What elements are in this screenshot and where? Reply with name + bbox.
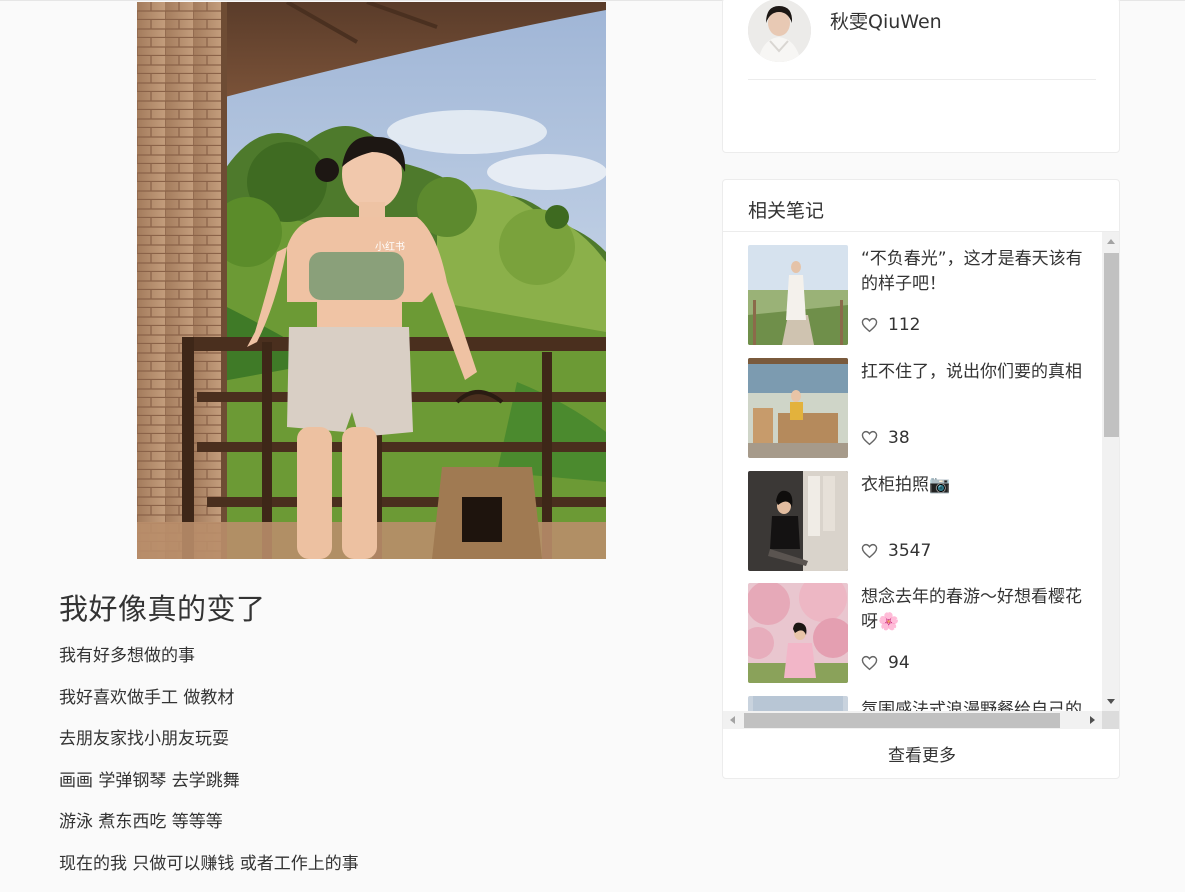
related-note-item[interactable]: 扛不住了，说出你们要的真相 38 <box>748 358 1100 458</box>
like-count[interactable]: 112 <box>861 315 920 335</box>
vertical-scrollbar[interactable] <box>1102 232 1120 711</box>
author-name[interactable]: 秋雯QiuWen <box>830 7 942 34</box>
related-note-title[interactable]: “不负春光”，这才是春天该有的样子吧！ <box>861 247 1097 297</box>
related-note-item[interactable]: “不负春光”，这才是春天该有的样子吧！ 112 <box>748 245 1100 345</box>
related-note-thumbnail[interactable] <box>748 471 848 571</box>
related-note-title[interactable]: 想念去年的春游～好想看樱花呀🌸 <box>861 585 1097 635</box>
like-count[interactable]: 38 <box>861 428 910 448</box>
avatar[interactable] <box>748 0 811 62</box>
related-note-title[interactable]: 衣柜拍照📷 <box>861 473 1097 498</box>
view-more-button[interactable]: 查看更多 <box>723 731 1120 778</box>
vertical-scroll-thumb[interactable] <box>1104 253 1119 437</box>
like-count-value: 3547 <box>888 541 931 561</box>
note-line: 我好喜欢做手工 做教材 <box>59 685 359 727</box>
note-line: 画画 学弹钢琴 去学跳舞 <box>59 768 359 810</box>
scroll-left-arrow-icon[interactable] <box>730 716 735 724</box>
note-line: 我有好多想做的事 <box>59 643 359 685</box>
heart-icon[interactable] <box>861 317 878 333</box>
photo-watermark: 小红书 <box>375 240 405 253</box>
scroll-up-arrow-icon[interactable] <box>1107 239 1115 244</box>
related-note-item[interactable]: 氛围感法式浪漫野餐给自己的 <box>748 696 1100 711</box>
note-line: 去朋友家找小朋友玩耍 <box>59 726 359 768</box>
author-divider <box>748 79 1096 80</box>
note-body: 我有好多想做的事 我好喜欢做手工 做教材 去朋友家找小朋友玩耍 画画 学弹钢琴 … <box>59 643 359 892</box>
horizontal-scroll-thumb[interactable] <box>744 713 1060 728</box>
heart-icon[interactable] <box>861 655 878 671</box>
related-note-thumbnail[interactable] <box>748 358 848 458</box>
like-count-value: 38 <box>888 428 910 448</box>
related-notes-header: 相关笔记 <box>748 196 824 223</box>
author-card: 秋雯QiuWen <box>722 0 1120 153</box>
related-notes-panel: 相关笔记 “不负春光”，这才是春天该有的样子吧！ 112 <box>722 179 1120 779</box>
heart-icon[interactable] <box>861 543 878 559</box>
scrollbar-corner <box>1102 711 1120 729</box>
related-note-thumbnail[interactable] <box>748 245 848 345</box>
note-line: 游泳 煮东西吃 等等等 <box>59 809 359 851</box>
like-count-value: 94 <box>888 653 910 673</box>
note-line: 现在的我 只做可以赚钱 或者工作上的事 <box>59 851 359 892</box>
related-note-item[interactable]: 想念去年的春游～好想看樱花呀🌸 94 <box>748 583 1100 683</box>
scroll-down-arrow-icon[interactable] <box>1107 699 1115 704</box>
note-photo[interactable]: 小红书 <box>137 2 606 559</box>
related-notes-list[interactable]: “不负春光”，这才是春天该有的样子吧！ 112 扛不住 <box>723 232 1102 711</box>
like-count[interactable]: 3547 <box>861 541 931 561</box>
like-count-value: 112 <box>888 315 920 335</box>
note-title: 我好像真的变了 <box>59 586 266 628</box>
like-count[interactable]: 94 <box>861 653 910 673</box>
related-note-item[interactable]: 衣柜拍照📷 3547 <box>748 471 1100 571</box>
related-note-title[interactable]: 氛围感法式浪漫野餐给自己的 <box>861 698 1097 711</box>
horizontal-scrollbar[interactable] <box>723 711 1102 729</box>
heart-icon[interactable] <box>861 430 878 446</box>
scroll-right-arrow-icon[interactable] <box>1090 716 1095 724</box>
related-note-title[interactable]: 扛不住了，说出你们要的真相 <box>861 360 1097 385</box>
related-note-thumbnail[interactable] <box>748 696 848 711</box>
related-note-thumbnail[interactable] <box>748 583 848 683</box>
